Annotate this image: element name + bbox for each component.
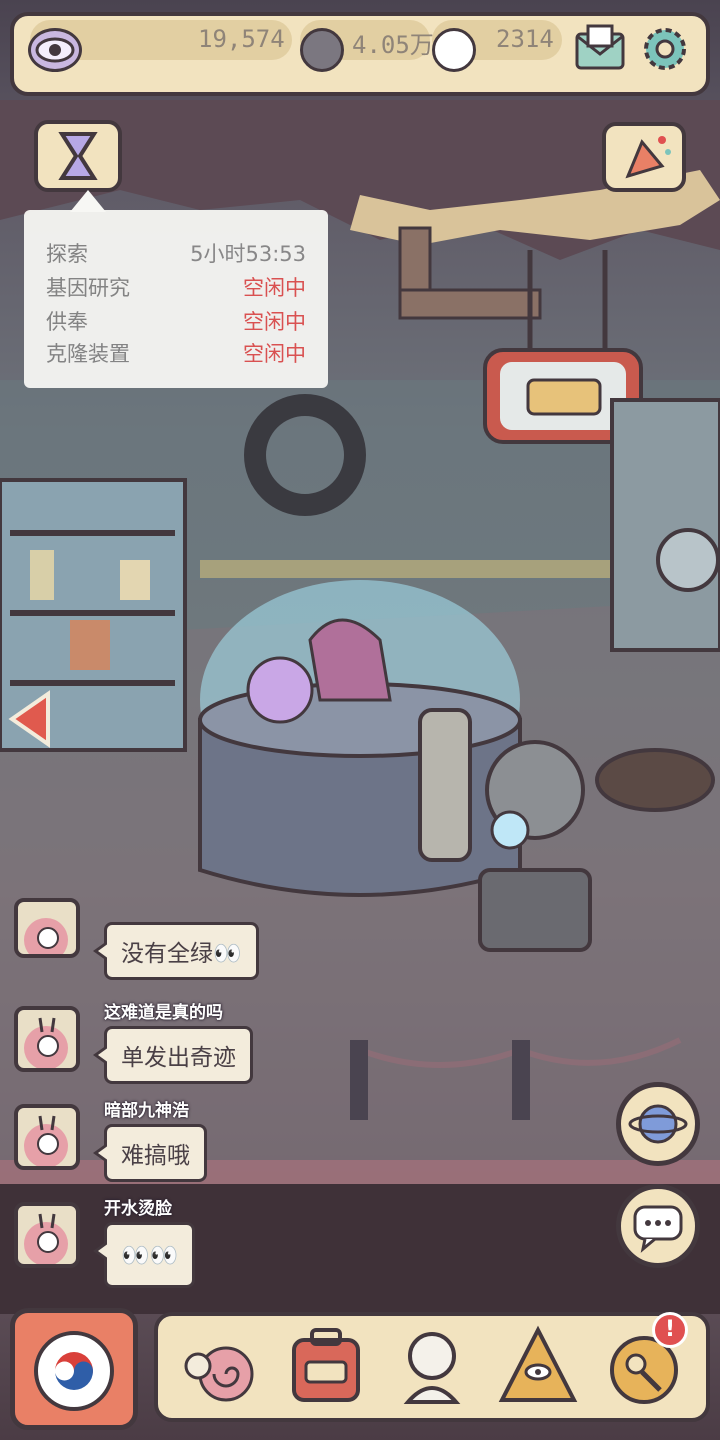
- snail-avatar-icon: [24, 1017, 68, 1068]
- mail-icon: [575, 24, 625, 70]
- pyramid-eye-icon: [498, 1325, 578, 1402]
- notification-badge: !: [652, 1312, 688, 1348]
- chat-avatar-4[interactable]: [14, 1202, 80, 1268]
- task-value-explore: 5小时53:53: [190, 242, 306, 266]
- task-status-popup: 探索 5小时53:53 基因研究 空闲中 供奉 空闲中 克隆装置 空闲中: [24, 210, 328, 388]
- task-label-clone-device: 克隆装置: [46, 342, 130, 366]
- chat-avatar-1[interactable]: [14, 898, 80, 958]
- nav-statue-button[interactable]: [388, 1322, 476, 1410]
- snail-avatar-icon: [24, 1115, 68, 1166]
- snail-avatar-icon: [24, 1213, 68, 1264]
- left-arrow-icon: [8, 690, 50, 748]
- chat-message-4: 👀👀: [92, 1222, 196, 1288]
- planet-button[interactable]: [616, 1082, 700, 1166]
- backpack-icon: [292, 1328, 360, 1402]
- chat-avatar-3[interactable]: [14, 1104, 80, 1170]
- task-value-clone-device: 空闲中: [243, 342, 306, 366]
- statue-icon: [403, 1332, 461, 1404]
- party-popper-icon: [625, 136, 671, 179]
- task-label-explore: 探索: [46, 242, 88, 266]
- chat-nick-4: 开水烫脸: [104, 1199, 172, 1219]
- eye-icon: [28, 28, 82, 72]
- hourglass-icon: [58, 132, 98, 180]
- white-bubble-icon: [432, 28, 476, 72]
- nav-pyramid-button[interactable]: [494, 1322, 582, 1410]
- task-value-gene-research: 空闲中: [243, 276, 306, 300]
- chat-message-2: 单发出奇迹: [93, 1026, 253, 1084]
- task-value-offering: 空闲中: [243, 310, 306, 334]
- tasks-hourglass-button[interactable]: [34, 120, 122, 192]
- notification-badge-text: !: [664, 1317, 676, 1342]
- party-button[interactable]: [602, 122, 686, 192]
- bed-icon: [526, 378, 602, 416]
- chat-button[interactable]: [616, 1184, 700, 1268]
- scroll-left-button[interactable]: [6, 690, 52, 748]
- mail-button[interactable]: [574, 24, 626, 74]
- planet-icon: [628, 1104, 688, 1144]
- eye-value: 19,574: [198, 25, 285, 53]
- nav-snail-button[interactable]: [176, 1322, 264, 1410]
- chat-text-3: 难搞哦: [121, 1143, 190, 1169]
- flag-main-button[interactable]: [10, 1308, 138, 1430]
- task-label-gene-research: 基因研究: [46, 276, 130, 300]
- chat-nick-3: 暗部九神浩: [104, 1101, 189, 1121]
- chat-nick-2: 这难道是真的吗: [104, 1003, 223, 1023]
- chat-message-3: 难搞哦: [93, 1124, 207, 1182]
- chat-icon: [633, 1205, 683, 1253]
- chat-message-1: 没有全绿👀: [93, 922, 259, 980]
- chat-avatar-2[interactable]: [14, 1006, 80, 1072]
- settings-button[interactable]: [638, 22, 692, 76]
- korea-flag-icon: [34, 1331, 114, 1411]
- nav-backpack-button[interactable]: [282, 1322, 370, 1410]
- task-label-offering: 供奉: [46, 310, 88, 334]
- chat-text-1: 没有全绿👀: [121, 941, 242, 967]
- game-scene: 19,574 4.05万 2314 探索 5小时53:53 基因研究 空闲中 供…: [0, 0, 720, 1440]
- task-popup-tail: [70, 190, 106, 212]
- snail-icon: [184, 1346, 254, 1402]
- white-bubble-value: 2314: [496, 25, 554, 53]
- grey-bubble-icon: [300, 28, 344, 72]
- chat-text-2: 单发出奇迹: [121, 1045, 236, 1071]
- chat-text-4: 👀👀: [121, 1242, 179, 1269]
- grey-bubble-value: 4.05万: [352, 31, 434, 59]
- gear-icon: [644, 28, 686, 70]
- snail-avatar-icon: [24, 918, 68, 954]
